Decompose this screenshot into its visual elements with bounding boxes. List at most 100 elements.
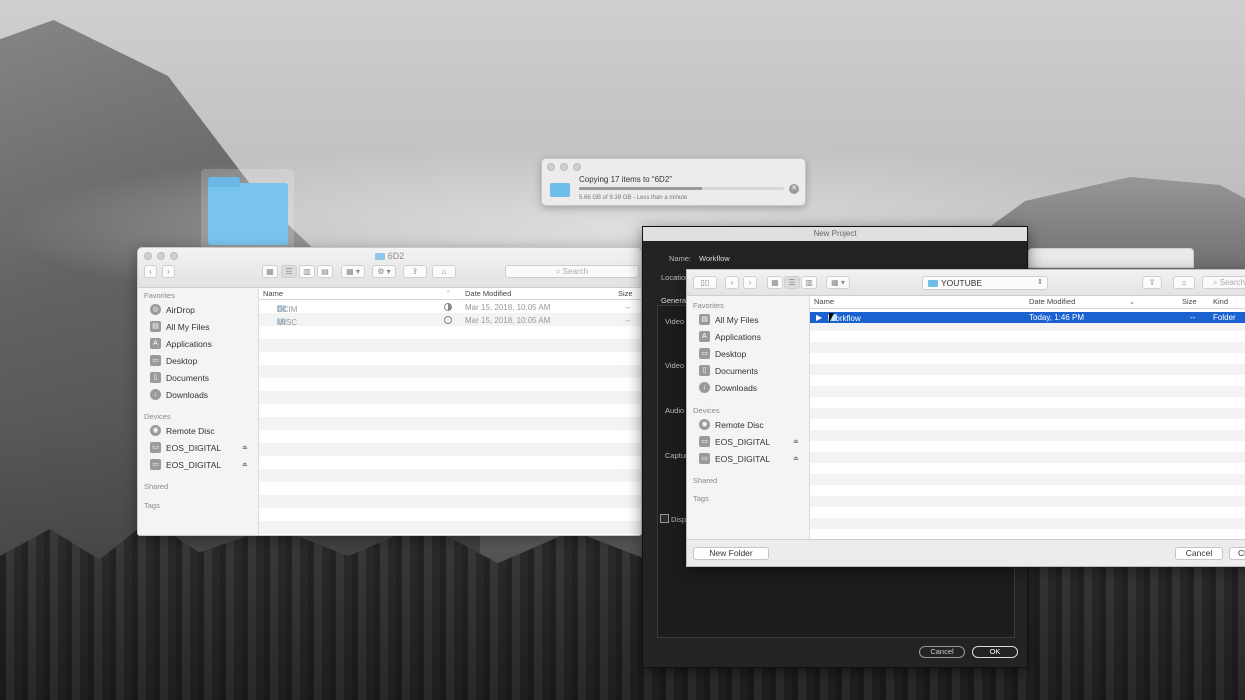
applications-icon: A (150, 338, 161, 349)
documents-icon: ▯ (699, 365, 710, 376)
eject-icon[interactable]: ⏏ (242, 444, 248, 451)
forward-button[interactable]: › (743, 276, 757, 289)
list-view-button[interactable]: ☰ (281, 265, 297, 278)
forward-button[interactable]: › (162, 265, 175, 278)
finder-sidebar: Favorites ◎ AirDrop ▤ All My Files A Applic… (138, 288, 259, 535)
window-title: 6D2 (138, 251, 641, 261)
sidebar-item-label: Downloads (166, 389, 209, 400)
cover-flow-button[interactable]: ▤ (317, 265, 333, 278)
finder-search-field[interactable]: ⌕ Search (505, 265, 639, 278)
row-kind: Folder (1213, 313, 1236, 322)
display-checkbox[interactable] (660, 514, 669, 523)
tags-button[interactable]: ⌂ (1173, 276, 1195, 289)
list-view-button[interactable]: ☰ (784, 276, 800, 289)
share-button[interactable]: ⇪ (1142, 276, 1162, 289)
sidebar-item-label: Desktop (715, 348, 747, 359)
row-name: MISC (277, 318, 297, 327)
copy-status: 5.66 GB of 9.39 GB - Less than a minute (579, 195, 688, 201)
sidebar-item-all-my-files[interactable]: ▤ All My Files (150, 321, 209, 332)
share-button[interactable]: ⇪ (403, 265, 427, 278)
eject-icon[interactable]: ⏏ (242, 461, 248, 468)
finder-file-list: Name ⌃ Date Modified Size DCIM Mar 15, 2… (259, 288, 641, 535)
list-rows (810, 309, 1245, 539)
sheet-file-list: Name Date Modified ⌄ Size Kind ▶ Workflo… (810, 296, 1245, 539)
eject-icon[interactable]: ⏏ (793, 438, 799, 445)
table-row-selected[interactable]: ▶ Workflow Today, 1:46 PM -- Folder (810, 312, 1245, 323)
sidebar-item-label: Applications (166, 338, 212, 349)
disclosure-triangle-icon[interactable]: ▶ (816, 313, 822, 322)
sidebar-item-downloads[interactable]: ↓ Downloads (699, 382, 757, 393)
sidebar-item-documents[interactable]: ▯ Documents (699, 365, 758, 376)
sidebar-item-label: Applications (715, 331, 761, 342)
cancel-button[interactable]: Cancel (919, 646, 965, 658)
column-view-button[interactable]: ▥ (299, 265, 315, 278)
column-header-name[interactable]: Name (263, 289, 283, 298)
back-button[interactable]: ‹ (144, 265, 157, 278)
list-header: Name ⌃ Date Modified Size (259, 288, 641, 300)
sidebar-item-eos-digital[interactable]: ▭ EOS_DIGITAL (699, 436, 770, 447)
ok-button[interactable]: OK (972, 646, 1018, 658)
minimize-window-button[interactable] (560, 163, 568, 171)
column-view-button[interactable]: ▥ (801, 276, 817, 289)
table-row[interactable]: DCIM Mar 15, 2018, 10:05 AM -- (259, 301, 641, 314)
sidebar-item-applications[interactable]: A Applications (150, 338, 212, 349)
sidebar-toggle-button[interactable]: ▯▯ (693, 276, 717, 289)
sidebar-item-eos-digital[interactable]: ▭ EOS_DIGITAL (699, 453, 770, 464)
sidebar-item-eos-digital[interactable]: ▭ EOS_DIGITAL (150, 442, 221, 453)
sidebar-item-remote-disc[interactable]: ◉ Remote Disc (150, 425, 215, 436)
project-name-field[interactable]: Workflow (699, 254, 730, 263)
path-popup[interactable]: YOUTUBE ⇕ (922, 276, 1048, 290)
icon-view-button[interactable]: ▦ (767, 276, 783, 289)
back-button[interactable]: ‹ (725, 276, 739, 289)
sidebar-item-eos-digital[interactable]: ▭ EOS_DIGITAL (150, 459, 221, 470)
close-window-button[interactable] (547, 163, 555, 171)
arrange-button[interactable]: ▦ ▾ (341, 265, 365, 278)
tags-button[interactable]: ⌂ (432, 265, 456, 278)
table-row[interactable]: MISC Mar 15, 2018, 10:05 AM -- (259, 314, 641, 327)
desktop-folder-icon[interactable] (201, 169, 294, 249)
sidebar-item-downloads[interactable]: ↓ Downloads (150, 389, 208, 400)
icon-view-button[interactable]: ▦ (262, 265, 278, 278)
column-header-size[interactable]: Size (618, 289, 633, 298)
all-files-icon: ▤ (150, 321, 161, 332)
devices-heading: Devices (693, 406, 720, 415)
stop-copy-button[interactable]: ✕ (789, 184, 799, 194)
background-window (1028, 248, 1194, 268)
arrange-button[interactable]: ▦ ▾ (826, 276, 850, 289)
sheet-toolbar: ▯▯ ‹ › ▦ ☰ ▥ ▦ ▾ YOUTUBE ⇕ ⇪ ⌂ ⌕ Search (687, 270, 1245, 296)
drive-icon: ▭ (150, 459, 161, 470)
sidebar-item-remote-disc[interactable]: ◉ Remote Disc (699, 419, 764, 430)
column-header-size[interactable]: Size (1182, 297, 1197, 306)
sidebar-item-all-my-files[interactable]: ▤ All My Files (699, 314, 758, 325)
column-header-date[interactable]: Date Modified (465, 289, 511, 298)
search-icon: ⌕ (555, 267, 563, 276)
choose-button[interactable]: Ch (1229, 547, 1245, 560)
sidebar-item-desktop[interactable]: ▭ Desktop (150, 355, 197, 366)
copy-progress-pie-icon (444, 303, 452, 311)
copy-title: Copying 17 items to “6D2” (579, 175, 672, 184)
row-date: Today, 1:46 PM (1029, 313, 1084, 322)
drive-icon: ▭ (699, 453, 710, 464)
sidebar-item-label: Documents (166, 372, 209, 383)
sidebar-item-desktop[interactable]: ▭ Desktop (699, 348, 746, 359)
shared-heading: Shared (144, 482, 169, 491)
applications-icon: A (699, 331, 710, 342)
sidebar-item-airdrop[interactable]: ◎ AirDrop (150, 304, 195, 315)
favorites-heading: Favorites (693, 301, 724, 310)
action-gear-button[interactable]: ⚙ ▾ (372, 265, 396, 278)
airdrop-icon: ◎ (150, 304, 161, 315)
sort-indicator-icon: ⌃ (445, 289, 452, 298)
popup-arrows-icon: ⇕ (1037, 279, 1043, 286)
sidebar-item-applications[interactable]: A Applications (699, 331, 761, 342)
row-size: -- (625, 316, 631, 325)
column-header-name[interactable]: Name (814, 297, 834, 306)
sheet-search-field[interactable]: ⌕ Search (1202, 276, 1245, 289)
eject-icon[interactable]: ⏏ (793, 455, 799, 462)
sidebar-item-documents[interactable]: ▯ Documents (150, 372, 209, 383)
zoom-window-button[interactable] (573, 163, 581, 171)
column-header-date[interactable]: Date Modified (1029, 297, 1075, 306)
new-folder-button[interactable]: New Folder (693, 547, 769, 560)
column-header-kind[interactable]: Kind (1213, 297, 1228, 306)
cancel-button[interactable]: Cancel (1175, 547, 1223, 560)
tab-general[interactable]: General (661, 296, 688, 305)
